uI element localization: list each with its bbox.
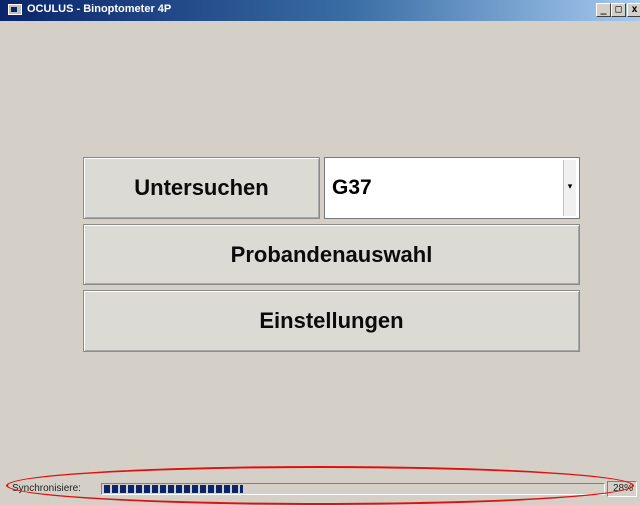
settings-button[interactable]: Einstellungen xyxy=(83,290,580,352)
sync-progress-fill xyxy=(104,485,243,493)
examine-button[interactable]: Untersuchen xyxy=(83,157,320,219)
app-icon[interactable] xyxy=(8,4,22,15)
maximize-button[interactable]: □ xyxy=(611,3,626,17)
minimize-button[interactable]: _ xyxy=(596,3,611,17)
status-bar: Synchronisiere: 28% xyxy=(0,476,640,505)
device-select-value: G37 xyxy=(332,176,372,199)
title-bar[interactable]: OCULUS - Binoptometer 4P _ □ x xyxy=(0,0,640,21)
device-select[interactable]: G37 ▾ xyxy=(324,157,580,219)
sync-status-label: Synchronisiere: xyxy=(12,483,81,494)
progress-percent: 28% xyxy=(612,483,633,494)
window-title: OCULUS - Binoptometer 4P xyxy=(27,3,172,15)
app-window: OCULUS - Binoptometer 4P _ □ x Untersuch… xyxy=(0,0,640,505)
chevron-down-icon[interactable]: ▾ xyxy=(563,160,576,216)
subject-select-button[interactable]: Probandenauswahl xyxy=(83,224,580,285)
progress-percent-panel: 28% xyxy=(607,481,637,497)
sync-progress-bar xyxy=(101,483,605,495)
close-button[interactable]: x xyxy=(627,3,640,17)
